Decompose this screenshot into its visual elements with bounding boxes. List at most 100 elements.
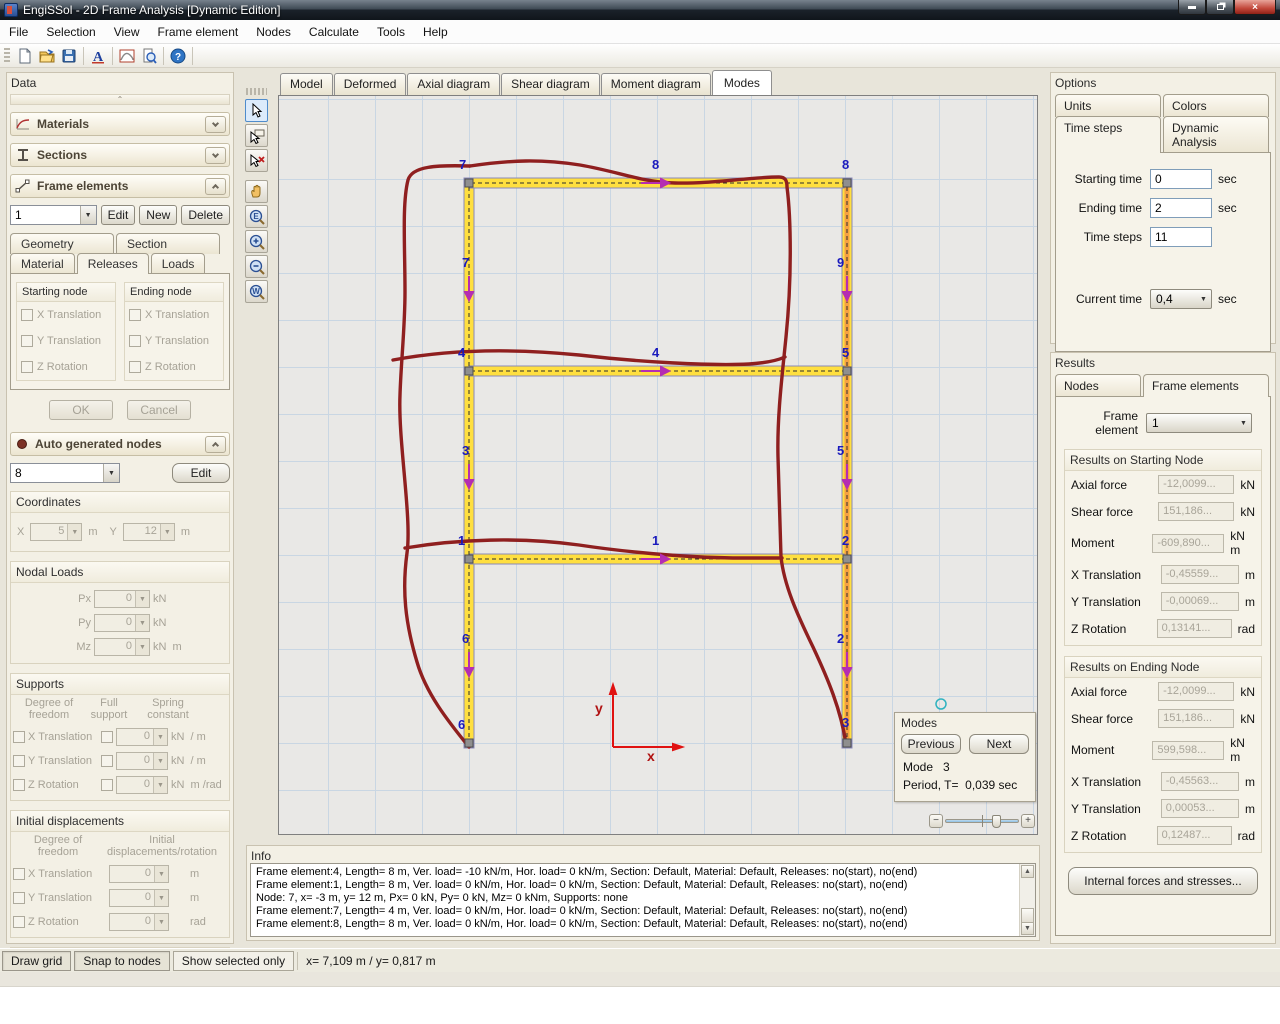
tab-moment-diagram[interactable]: Moment diagram <box>601 73 711 95</box>
spring-x-select[interactable]: 0▼ <box>116 728 168 746</box>
tab-geometry[interactable]: Geometry <box>10 233 114 254</box>
tab-frame-elements-results[interactable]: Frame elements <box>1143 374 1269 397</box>
menu-view[interactable]: View <box>105 21 149 43</box>
internal-forces-button[interactable]: Internal forces and stresses... <box>1068 867 1258 895</box>
py-load-select[interactable]: 0▼ <box>94 614 150 632</box>
zoom-slider[interactable] <box>945 814 1019 828</box>
starting-time-input[interactable] <box>1150 169 1212 189</box>
print-preview-button[interactable] <box>138 45 160 67</box>
frame-elements-collapse-button[interactable] <box>205 178 226 195</box>
panel-scroll-up[interactable]: ⌃ <box>10 94 230 105</box>
pan-tool-button[interactable] <box>245 180 268 203</box>
init-x-checkbox[interactable] <box>13 868 25 880</box>
node-select[interactable]: 8 ▼ <box>10 463 120 483</box>
end-z-rotation-checkbox[interactable] <box>129 361 141 373</box>
full-support-y-checkbox[interactable] <box>101 755 113 767</box>
full-support-z-checkbox[interactable] <box>101 779 113 791</box>
restore-button[interactable] <box>1206 0 1234 15</box>
spring-z-select[interactable]: 0▼ <box>116 776 168 794</box>
coordinate-x-select[interactable]: 5▼ <box>30 523 82 541</box>
tab-units[interactable]: Units <box>1055 94 1161 117</box>
start-y-translation-checkbox[interactable] <box>21 335 33 347</box>
ending-time-input[interactable] <box>1150 198 1212 218</box>
frame-elements-expander[interactable]: Frame elements <box>10 174 230 198</box>
zoom-window-button[interactable]: W <box>245 280 268 303</box>
ok-button[interactable]: OK <box>49 400 113 420</box>
font-button[interactable]: A <box>87 45 109 67</box>
frame-delete-button[interactable]: Delete <box>181 205 230 225</box>
support-x-checkbox[interactable] <box>13 731 25 743</box>
tab-model[interactable]: Model <box>280 73 333 95</box>
diagram-button[interactable] <box>116 45 138 67</box>
px-load-select[interactable]: 0▼ <box>94 590 150 608</box>
open-file-button[interactable] <box>36 45 58 67</box>
end-x-translation-checkbox[interactable] <box>129 309 141 321</box>
scroll-down-icon[interactable]: ▼ <box>1021 922 1034 935</box>
tab-shear-diagram[interactable]: Shear diagram <box>501 73 600 95</box>
tab-nodes-results[interactable]: Nodes <box>1055 374 1141 397</box>
zoom-extents-button[interactable]: E <box>245 205 268 228</box>
tab-axial-diagram[interactable]: Axial diagram <box>407 73 500 95</box>
end-y-translation-checkbox[interactable] <box>129 335 141 347</box>
start-z-rotation-checkbox[interactable] <box>21 361 33 373</box>
menu-nodes[interactable]: Nodes <box>247 21 300 43</box>
next-mode-button[interactable]: Next <box>969 734 1029 754</box>
show-selected-only-toggle[interactable]: Show selected only <box>173 951 294 971</box>
sections-expander[interactable]: Sections <box>10 143 230 167</box>
mz-load-select[interactable]: 0▼ <box>94 638 150 656</box>
materials-expander[interactable]: Materials <box>10 112 230 136</box>
tab-section[interactable]: Section <box>116 233 220 254</box>
save-file-button[interactable] <box>58 45 80 67</box>
drawing-canvas[interactable]: 7 8 4 5 1 2 6 3 8 4 1 7 9 3 5 6 2 y x Mo… <box>278 95 1038 835</box>
node-edit-button[interactable]: Edit <box>172 463 230 483</box>
close-button[interactable]: × <box>1234 0 1276 15</box>
init-y-checkbox[interactable] <box>13 892 25 904</box>
frame-edit-button[interactable]: Edit <box>101 205 136 225</box>
deselect-tool-button[interactable] <box>245 149 268 172</box>
result-frame-element-select[interactable]: 1 ▼ <box>1146 413 1252 433</box>
zoom-in-small-button[interactable]: + <box>1021 814 1035 828</box>
support-z-checkbox[interactable] <box>13 779 25 791</box>
zoom-out-button[interactable] <box>245 255 268 278</box>
tab-modes[interactable]: Modes <box>712 70 772 95</box>
previous-mode-button[interactable]: Previous <box>901 734 961 754</box>
select-tool-button[interactable] <box>245 99 268 122</box>
draw-grid-toggle[interactable]: Draw grid <box>2 951 71 971</box>
toolbar-handle[interactable] <box>246 88 267 95</box>
init-y-select[interactable]: 0▼ <box>109 889 169 907</box>
menu-file[interactable]: File <box>0 21 37 43</box>
menu-frame-element[interactable]: Frame element <box>149 21 248 43</box>
coordinate-y-select[interactable]: 12▼ <box>123 523 175 541</box>
auto-nodes-collapse-button[interactable] <box>205 436 226 453</box>
zoom-out-small-button[interactable]: − <box>929 814 943 828</box>
spring-y-select[interactable]: 0▼ <box>116 752 168 770</box>
time-steps-input[interactable] <box>1150 227 1212 247</box>
new-file-button[interactable] <box>14 45 36 67</box>
cancel-button[interactable]: Cancel <box>127 400 191 420</box>
zoom-slider-thumb[interactable] <box>992 815 1001 828</box>
tab-material[interactable]: Material <box>10 253 75 274</box>
tab-deformed[interactable]: Deformed <box>334 73 407 95</box>
menu-help[interactable]: Help <box>414 21 457 43</box>
menu-tools[interactable]: Tools <box>368 21 414 43</box>
info-scrollbar[interactable]: ▲ ▼ <box>1019 864 1035 936</box>
auto-generated-nodes-expander[interactable]: Auto generated nodes <box>10 432 230 456</box>
info-list[interactable]: Frame element:4, Length= 8 m, Ver. load=… <box>251 864 1019 936</box>
zoom-in-button[interactable] <box>245 230 268 253</box>
tab-colors[interactable]: Colors <box>1163 94 1269 117</box>
frame-new-button[interactable]: New <box>139 205 177 225</box>
init-z-select[interactable]: 0▼ <box>109 913 169 931</box>
start-x-translation-checkbox[interactable] <box>21 309 33 321</box>
init-x-select[interactable]: 0▼ <box>109 865 169 883</box>
select-area-tool-button[interactable] <box>245 124 268 147</box>
current-time-select[interactable]: 0,4 ▼ <box>1150 289 1212 309</box>
tab-loads[interactable]: Loads <box>151 253 206 274</box>
materials-expand-button[interactable] <box>205 116 226 133</box>
tab-time-steps[interactable]: Time steps <box>1055 116 1161 153</box>
support-y-checkbox[interactable] <box>13 755 25 767</box>
menu-calculate[interactable]: Calculate <box>300 21 368 43</box>
snap-to-nodes-toggle[interactable]: Snap to nodes <box>74 951 169 971</box>
scroll-up-icon[interactable]: ▲ <box>1021 865 1034 878</box>
init-z-checkbox[interactable] <box>13 916 25 928</box>
menu-selection[interactable]: Selection <box>37 21 104 43</box>
